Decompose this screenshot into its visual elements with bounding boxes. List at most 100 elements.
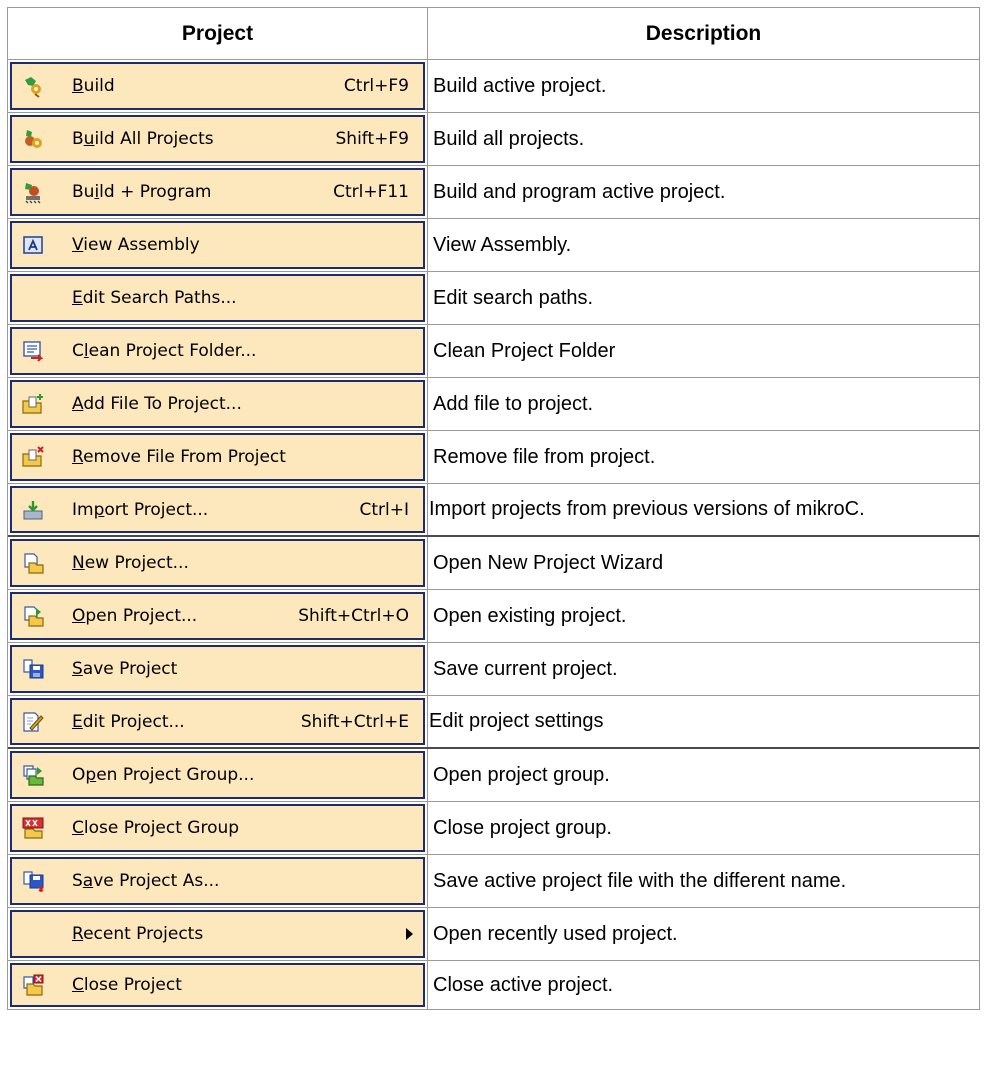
project-cell: Recent Projects: [8, 908, 428, 960]
menu-item-label: New Project...: [72, 553, 189, 573]
menu-item[interactable]: Open Project Group...: [10, 751, 425, 799]
project-cell: Close Project Group: [8, 802, 428, 854]
menu-item[interactable]: Close Project Group: [10, 804, 425, 852]
project-cell: Import Project... Ctrl+I: [8, 484, 428, 535]
view-assembly-icon: [20, 232, 46, 258]
menu-item[interactable]: Add File To Project...: [10, 380, 425, 428]
table-row: Build All Projects Shift+F9 Build all proj…: [8, 113, 979, 166]
menu-item-label: Clean Project Folder...: [72, 341, 257, 361]
menu-item-label: Build All Projects: [72, 129, 214, 149]
menu-item-label: Remove File From Project: [72, 447, 286, 467]
description-cell: Import projects from previous versions o…: [429, 498, 865, 520]
description-cell: Close project group.: [433, 816, 612, 839]
menu-item[interactable]: Remove File From Project: [10, 433, 425, 481]
project-cell: Save Project: [8, 643, 428, 695]
menu-item-label: Close Project: [72, 975, 182, 995]
new-project-icon: [20, 550, 46, 576]
menu-item[interactable]: Recent Projects: [10, 910, 425, 958]
description-cell: Edit project settings: [429, 710, 604, 732]
description-cell: Build and program active project.: [433, 180, 726, 203]
description-cell: Save current project.: [433, 657, 618, 680]
project-cell: Close Project: [8, 961, 428, 1009]
description-cell: View Assembly.: [433, 233, 572, 256]
table-row: Import Project... Ctrl+I Import projects f…: [8, 484, 979, 537]
table-row: Close Project Close active project.: [8, 961, 979, 1010]
save-project-as-icon: [20, 868, 46, 894]
description-cell: Open New Project Wizard: [433, 551, 664, 574]
header-project: Project: [8, 8, 428, 59]
menu-item-shortcut: Ctrl+I: [359, 499, 409, 520]
save-project-icon: [20, 656, 46, 682]
clean-folder-icon: [20, 338, 46, 364]
open-project-icon: [20, 603, 46, 629]
project-cell: Clean Project Folder...: [8, 325, 428, 377]
table-row: Save Project As... Save active project fi…: [8, 855, 979, 908]
menu-item[interactable]: View Assembly: [10, 221, 425, 269]
table-row: Edit Project... Shift+Ctrl+E Edit project …: [8, 696, 979, 749]
description-cell: Open existing project.: [433, 604, 627, 627]
description-cell: Build all projects.: [433, 127, 585, 150]
menu-item[interactable]: Edit Project... Shift+Ctrl+E: [10, 698, 425, 745]
header-description: Description: [645, 21, 762, 45]
table-header-row: Project Description: [8, 8, 979, 60]
table-row: View Assembly View Assembly.: [8, 219, 979, 272]
project-cell: Edit Project... Shift+Ctrl+E: [8, 696, 428, 747]
table-row: Close Project Group Close project group.: [8, 802, 979, 855]
menu-item[interactable]: Clean Project Folder...: [10, 327, 425, 375]
close-project-group-icon: [20, 815, 46, 841]
menu-item-shortcut: Ctrl+F9: [343, 76, 409, 96]
project-cell: Build All Projects Shift+F9: [8, 113, 428, 165]
menu-item[interactable]: Save Project As...: [10, 857, 425, 905]
description-cell: Remove file from project.: [433, 445, 656, 468]
menu-item[interactable]: New Project...: [10, 539, 425, 587]
project-cell: Build + Program Ctrl+F11: [8, 166, 428, 218]
table-row: Build Ctrl+F9 Build active project.: [8, 60, 979, 113]
table-row: Add File To Project... Add file to projec…: [8, 378, 979, 431]
table-row: Remove File From Project Remove file from…: [8, 431, 979, 484]
description-cell: Build active project.: [433, 74, 607, 97]
menu-item-shortcut: Shift+Ctrl+O: [298, 606, 409, 626]
add-file-icon: [20, 391, 46, 417]
project-cell: Save Project As...: [8, 855, 428, 907]
project-cell: Open Project... Shift+Ctrl+O: [8, 590, 428, 642]
menu-item-label: Edit Project...: [72, 711, 185, 732]
project-cell: Add File To Project...: [8, 378, 428, 430]
description-cell: Add file to project.: [433, 392, 594, 415]
submenu-arrow-icon: [406, 928, 413, 940]
table-row: Open Project Group... Open project group.: [8, 749, 979, 802]
close-project-icon: [20, 972, 46, 998]
remove-file-icon: [20, 444, 46, 470]
menu-item-label: Recent Projects: [72, 924, 204, 944]
open-project-group-icon: [20, 762, 46, 788]
build-all-icon: [20, 126, 46, 152]
menu-item-label: Edit Search Paths...: [72, 288, 237, 308]
menu-item[interactable]: Build + Program Ctrl+F11: [10, 168, 425, 216]
menu-item[interactable]: Save Project: [10, 645, 425, 693]
import-project-icon: [20, 497, 46, 523]
menu-item-label: Save Project: [72, 659, 178, 679]
table-row: Edit Search Paths... Edit search paths.: [8, 272, 979, 325]
table-row: Build + Program Ctrl+F11 Build and program…: [8, 166, 979, 219]
project-cell: Open Project Group...: [8, 749, 428, 801]
menu-item-shortcut: Ctrl+F11: [333, 182, 409, 202]
menu-item[interactable]: Import Project... Ctrl+I: [10, 486, 425, 533]
menu-item[interactable]: Close Project: [10, 963, 425, 1007]
menu-item[interactable]: Build Ctrl+F9: [10, 62, 425, 110]
table-row: Clean Project Folder... Clean Project Fol…: [8, 325, 979, 378]
description-cell: Clean Project Folder: [433, 339, 616, 362]
blank-icon: [20, 285, 46, 311]
description-cell: Open project group.: [433, 763, 610, 786]
menu-item[interactable]: Open Project... Shift+Ctrl+O: [10, 592, 425, 640]
menu-item-label: Build: [72, 76, 115, 96]
menu-item-label: Build + Program: [72, 182, 212, 202]
menu-item[interactable]: Edit Search Paths...: [10, 274, 425, 322]
menu-item[interactable]: Build All Projects Shift+F9: [10, 115, 425, 163]
table-row: New Project... Open New Project Wizard: [8, 537, 979, 590]
edit-project-icon: [20, 709, 46, 735]
menu-item-label: Open Project...: [72, 606, 198, 626]
menu-item-label: Import Project...: [72, 499, 209, 520]
project-menu-table: Project Description Build Ctrl+F9 Build ac…: [7, 7, 980, 1010]
project-cell: View Assembly: [8, 219, 428, 271]
project-cell: New Project...: [8, 537, 428, 589]
menu-item-label: Open Project Group...: [72, 765, 255, 785]
